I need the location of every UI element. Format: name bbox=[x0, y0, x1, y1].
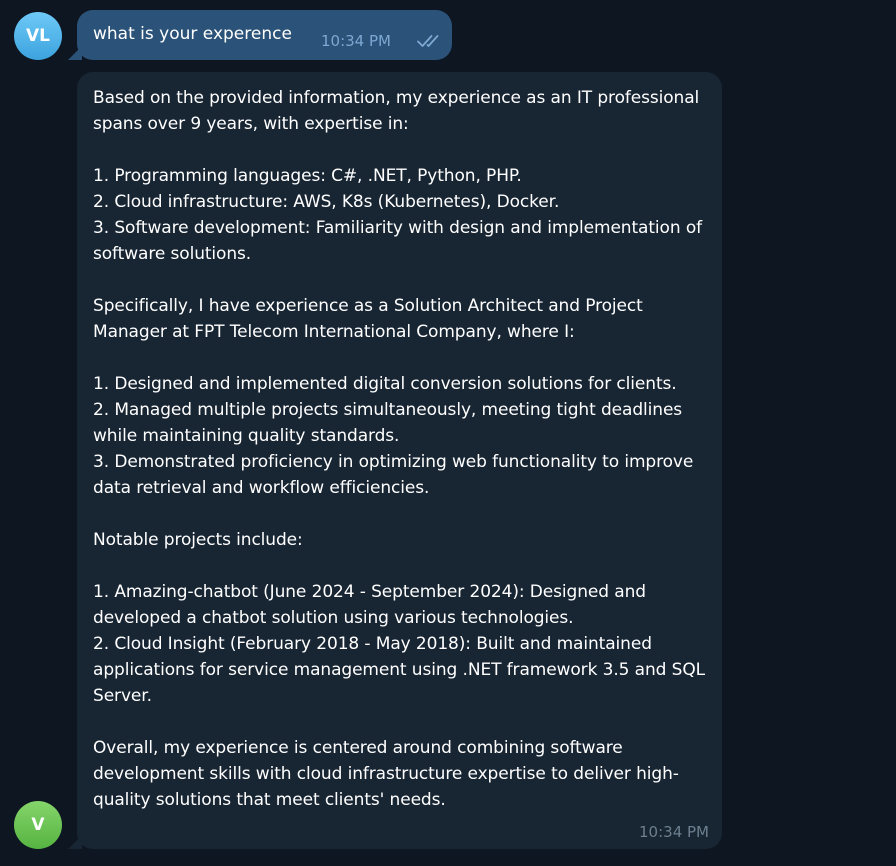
avatar[interactable]: VL bbox=[14, 12, 62, 60]
avatar-initials: VL bbox=[26, 26, 50, 46]
avatar[interactable]: V bbox=[14, 801, 62, 849]
outgoing-message-bubble[interactable]: what is your experence 10:34 PM bbox=[77, 10, 452, 60]
incoming-message-bubble[interactable]: Based on the provided information, my ex… bbox=[77, 72, 722, 849]
message-timestamp: 10:34 PM bbox=[639, 823, 709, 841]
message-text: Based on the provided information, my ex… bbox=[93, 88, 705, 810]
double-check-icon bbox=[417, 35, 439, 47]
avatar-initials: V bbox=[31, 815, 45, 835]
message-timestamp: 10:34 PM bbox=[321, 32, 391, 50]
message-text: what is your experence bbox=[93, 24, 292, 44]
chat-history: VL what is your experence 10:34 PM Based… bbox=[0, 0, 896, 866]
